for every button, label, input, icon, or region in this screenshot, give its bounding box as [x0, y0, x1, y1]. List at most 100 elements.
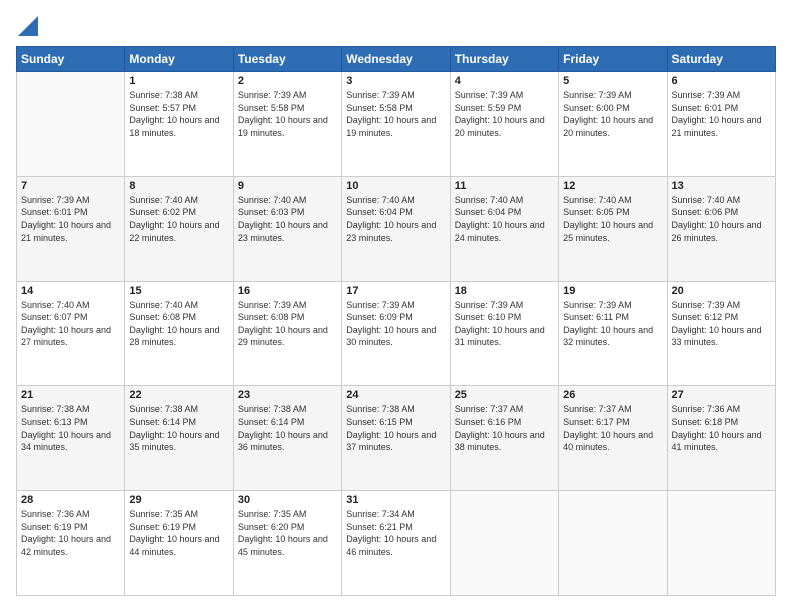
day-info: Sunrise: 7:39 AM Sunset: 6:00 PM Dayligh… [563, 89, 662, 139]
day-number: 19 [563, 285, 662, 297]
day-number: 11 [455, 180, 554, 192]
day-info: Sunrise: 7:39 AM Sunset: 6:01 PM Dayligh… [21, 194, 120, 244]
weekday-header-row: SundayMondayTuesdayWednesdayThursdayFrid… [17, 47, 776, 72]
calendar-cell: 11 Sunrise: 7:40 AM Sunset: 6:04 PM Dayli… [450, 176, 558, 281]
header [16, 16, 776, 36]
day-info: Sunrise: 7:38 AM Sunset: 6:13 PM Dayligh… [21, 403, 120, 453]
calendar-cell: 6 Sunrise: 7:39 AM Sunset: 6:01 PM Daylig… [667, 72, 775, 177]
day-info: Sunrise: 7:39 AM Sunset: 6:01 PM Dayligh… [672, 89, 771, 139]
day-info: Sunrise: 7:36 AM Sunset: 6:18 PM Dayligh… [672, 403, 771, 453]
day-info: Sunrise: 7:38 AM Sunset: 5:57 PM Dayligh… [129, 89, 228, 139]
day-info: Sunrise: 7:37 AM Sunset: 6:17 PM Dayligh… [563, 403, 662, 453]
weekday-header-monday: Monday [125, 47, 233, 72]
day-number: 18 [455, 285, 554, 297]
calendar-cell: 21 Sunrise: 7:38 AM Sunset: 6:13 PM Dayli… [17, 386, 125, 491]
day-info: Sunrise: 7:36 AM Sunset: 6:19 PM Dayligh… [21, 508, 120, 558]
calendar-cell: 12 Sunrise: 7:40 AM Sunset: 6:05 PM Dayli… [559, 176, 667, 281]
day-number: 29 [129, 494, 228, 506]
day-info: Sunrise: 7:39 AM Sunset: 6:10 PM Dayligh… [455, 299, 554, 349]
day-number: 8 [129, 180, 228, 192]
day-number: 1 [129, 75, 228, 87]
week-row-3: 14 Sunrise: 7:40 AM Sunset: 6:07 PM Dayli… [17, 281, 776, 386]
day-number: 13 [672, 180, 771, 192]
day-number: 15 [129, 285, 228, 297]
calendar-cell [667, 491, 775, 596]
day-number: 24 [346, 389, 445, 401]
calendar-cell: 15 Sunrise: 7:40 AM Sunset: 6:08 PM Dayli… [125, 281, 233, 386]
day-number: 26 [563, 389, 662, 401]
day-number: 10 [346, 180, 445, 192]
weekday-header-thursday: Thursday [450, 47, 558, 72]
day-number: 31 [346, 494, 445, 506]
weekday-header-sunday: Sunday [17, 47, 125, 72]
calendar-cell: 29Sunrise: 7:35 AM Sunset: 6:19 PM Dayli… [125, 491, 233, 596]
calendar-cell: 26 Sunrise: 7:37 AM Sunset: 6:17 PM Dayli… [559, 386, 667, 491]
calendar-cell [17, 72, 125, 177]
day-info: Sunrise: 7:38 AM Sunset: 6:14 PM Dayligh… [129, 403, 228, 453]
calendar-cell: 30 Sunrise: 7:35 AM Sunset: 6:20 PM Dayli… [233, 491, 341, 596]
calendar-cell: 10 Sunrise: 7:40 AM Sunset: 6:04 PM Dayli… [342, 176, 450, 281]
day-number: 28 [21, 494, 120, 506]
day-number: 4 [455, 75, 554, 87]
weekday-header-tuesday: Tuesday [233, 47, 341, 72]
calendar-cell: 9Sunrise: 7:40 AM Sunset: 6:03 PM Daylig… [233, 176, 341, 281]
day-info: Sunrise: 7:40 AM Sunset: 6:05 PM Dayligh… [563, 194, 662, 244]
day-number: 22 [129, 389, 228, 401]
calendar-cell: 27 Sunrise: 7:36 AM Sunset: 6:18 PM Dayli… [667, 386, 775, 491]
calendar-cell: 1 Sunrise: 7:38 AM Sunset: 5:57 PM Daylig… [125, 72, 233, 177]
day-number: 6 [672, 75, 771, 87]
calendar-cell: 2 Sunrise: 7:39 AM Sunset: 5:58 PM Daylig… [233, 72, 341, 177]
week-row-1: 1 Sunrise: 7:38 AM Sunset: 5:57 PM Daylig… [17, 72, 776, 177]
day-info: Sunrise: 7:39 AM Sunset: 5:58 PM Dayligh… [346, 89, 445, 139]
calendar-cell: 25 Sunrise: 7:37 AM Sunset: 6:16 PM Dayli… [450, 386, 558, 491]
day-info: Sunrise: 7:40 AM Sunset: 6:04 PM Dayligh… [346, 194, 445, 244]
calendar-cell: 16 Sunrise: 7:39 AM Sunset: 6:08 PM Dayli… [233, 281, 341, 386]
day-number: 2 [238, 75, 337, 87]
calendar-table: SundayMondayTuesdayWednesdayThursdayFrid… [16, 46, 776, 596]
calendar-cell: 13Sunrise: 7:40 AM Sunset: 6:06 PM Dayli… [667, 176, 775, 281]
day-info: Sunrise: 7:38 AM Sunset: 6:15 PM Dayligh… [346, 403, 445, 453]
day-info: Sunrise: 7:39 AM Sunset: 5:58 PM Dayligh… [238, 89, 337, 139]
day-number: 9 [238, 180, 337, 192]
calendar-cell: 7Sunrise: 7:39 AM Sunset: 6:01 PM Daylig… [17, 176, 125, 281]
calendar-cell: 24 Sunrise: 7:38 AM Sunset: 6:15 PM Dayli… [342, 386, 450, 491]
day-info: Sunrise: 7:39 AM Sunset: 6:08 PM Dayligh… [238, 299, 337, 349]
day-info: Sunrise: 7:40 AM Sunset: 6:04 PM Dayligh… [455, 194, 554, 244]
day-info: Sunrise: 7:40 AM Sunset: 6:02 PM Dayligh… [129, 194, 228, 244]
day-number: 27 [672, 389, 771, 401]
calendar-cell: 22 Sunrise: 7:38 AM Sunset: 6:14 PM Dayli… [125, 386, 233, 491]
calendar-cell [559, 491, 667, 596]
day-number: 16 [238, 285, 337, 297]
logo-triangle-icon [18, 16, 38, 36]
week-row-4: 21 Sunrise: 7:38 AM Sunset: 6:13 PM Dayli… [17, 386, 776, 491]
calendar-cell: 5 Sunrise: 7:39 AM Sunset: 6:00 PM Daylig… [559, 72, 667, 177]
page: SundayMondayTuesdayWednesdayThursdayFrid… [0, 0, 792, 612]
day-info: Sunrise: 7:34 AM Sunset: 6:21 PM Dayligh… [346, 508, 445, 558]
day-number: 17 [346, 285, 445, 297]
day-number: 25 [455, 389, 554, 401]
day-number: 12 [563, 180, 662, 192]
calendar-cell: 28 Sunrise: 7:36 AM Sunset: 6:19 PM Dayli… [17, 491, 125, 596]
day-info: Sunrise: 7:39 AM Sunset: 6:11 PM Dayligh… [563, 299, 662, 349]
logo [16, 16, 38, 36]
calendar-cell: 14 Sunrise: 7:40 AM Sunset: 6:07 PM Dayli… [17, 281, 125, 386]
day-number: 14 [21, 285, 120, 297]
calendar-cell: 17Sunrise: 7:39 AM Sunset: 6:09 PM Dayli… [342, 281, 450, 386]
calendar-cell: 4Sunrise: 7:39 AM Sunset: 5:59 PM Daylig… [450, 72, 558, 177]
calendar-cell: 3Sunrise: 7:39 AM Sunset: 5:58 PM Daylig… [342, 72, 450, 177]
calendar-cell: 23 Sunrise: 7:38 AM Sunset: 6:14 PM Dayli… [233, 386, 341, 491]
calendar-cell: 31 Sunrise: 7:34 AM Sunset: 6:21 PM Dayli… [342, 491, 450, 596]
day-number: 21 [21, 389, 120, 401]
week-row-5: 28 Sunrise: 7:36 AM Sunset: 6:19 PM Dayli… [17, 491, 776, 596]
weekday-header-friday: Friday [559, 47, 667, 72]
day-number: 30 [238, 494, 337, 506]
day-number: 23 [238, 389, 337, 401]
calendar-cell: 8 Sunrise: 7:40 AM Sunset: 6:02 PM Daylig… [125, 176, 233, 281]
day-info: Sunrise: 7:37 AM Sunset: 6:16 PM Dayligh… [455, 403, 554, 453]
day-number: 5 [563, 75, 662, 87]
calendar-cell [450, 491, 558, 596]
day-info: Sunrise: 7:35 AM Sunset: 6:20 PM Dayligh… [238, 508, 337, 558]
day-info: Sunrise: 7:40 AM Sunset: 6:07 PM Dayligh… [21, 299, 120, 349]
day-info: Sunrise: 7:38 AM Sunset: 6:14 PM Dayligh… [238, 403, 337, 453]
day-info: Sunrise: 7:40 AM Sunset: 6:08 PM Dayligh… [129, 299, 228, 349]
